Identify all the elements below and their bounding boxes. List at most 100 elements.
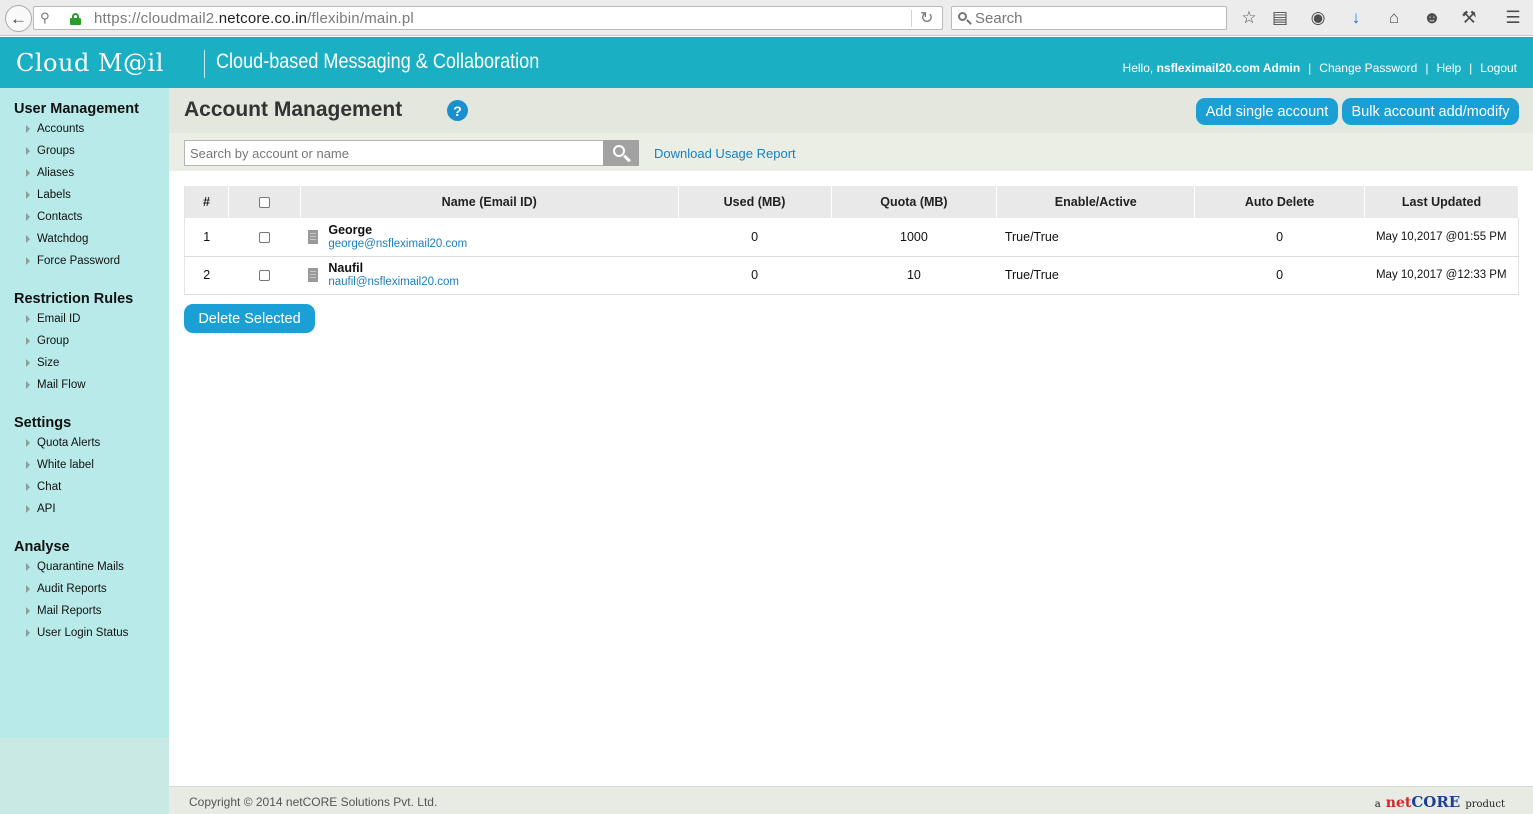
column-header-auto-delete[interactable]: Auto Delete (1194, 186, 1366, 218)
download-usage-report-link[interactable]: Download Usage Report (654, 146, 796, 161)
header-divider (204, 50, 205, 78)
chat-icon[interactable]: ☻ (1420, 6, 1444, 30)
key-icon: ⚲ (40, 10, 50, 25)
sidebar-item-aliases[interactable]: Aliases (26, 167, 74, 179)
column-header-used[interactable]: Used (MB) (678, 186, 832, 218)
sidebar-item-email-id[interactable]: Email ID (26, 313, 80, 325)
sidebar-item-user-login-status[interactable]: User Login Status (26, 627, 128, 639)
used-mb: 0 (678, 256, 831, 295)
sidebar-item-size[interactable]: Size (26, 357, 59, 369)
column-header-select (228, 186, 301, 218)
sidebar-item-accounts[interactable]: Accounts (26, 123, 84, 135)
caret-right-icon (26, 629, 30, 637)
account-name[interactable]: Naufil (328, 261, 459, 275)
sidebar-item-watchdog[interactable]: Watchdog (26, 233, 88, 245)
pocket-icon[interactable]: ◉ (1306, 6, 1330, 30)
add-single-account-button[interactable]: Add single account (1196, 98, 1338, 125)
reload-icon[interactable]: ↻ (920, 8, 933, 28)
sidebar-item-chat[interactable]: Chat (26, 481, 61, 493)
quota-mb: 10 (831, 256, 997, 295)
menu-icon[interactable]: ☰ (1501, 6, 1525, 30)
auto-delete: 0 (1194, 218, 1365, 257)
help-icon[interactable]: ? (447, 100, 468, 121)
caret-right-icon (26, 337, 30, 345)
caret-right-icon (26, 359, 30, 367)
column-header-quota[interactable]: Quota (MB) (831, 186, 998, 218)
browser-toolbar: ← ⚲ https://cloudmail2.netcore.co.in/fle… (0, 0, 1533, 36)
delete-selected-button[interactable]: Delete Selected (184, 304, 315, 333)
caret-right-icon (26, 169, 30, 177)
page-title: Account Management (184, 98, 403, 121)
sidebar-item-quarantine-mails[interactable]: Quarantine Mails (26, 561, 124, 573)
user-links: Hello, nsfleximail20.com Admin | Change … (1122, 61, 1517, 75)
caret-right-icon (26, 585, 30, 593)
caret-right-icon (26, 125, 30, 133)
column-header-name[interactable]: Name (Email ID) (300, 186, 679, 218)
sidebar-heading-user-management: User Management (14, 101, 139, 117)
enable-active: True/True (996, 218, 1195, 257)
caret-right-icon (26, 607, 30, 615)
sidebar-item-white-label[interactable]: White label (26, 459, 94, 471)
sidebar-item-contacts[interactable]: Contacts (26, 211, 82, 223)
url-bar[interactable]: ⚲ https://cloudmail2.netcore.co.in/flexi… (33, 6, 943, 30)
sidebar-item-api[interactable]: API (26, 503, 56, 515)
home-icon[interactable]: ⌂ (1382, 6, 1406, 30)
change-password-link[interactable]: Change Password (1319, 61, 1417, 75)
sidebar-item-audit-reports[interactable]: Audit Reports (26, 583, 107, 595)
select-all-checkbox[interactable] (258, 197, 270, 209)
last-updated: May 10,2017 @01:55 PM (1364, 218, 1519, 257)
url-text[interactable]: https://cloudmail2.netcore.co.in/flexibi… (94, 10, 414, 27)
caret-right-icon (26, 315, 30, 323)
browser-search-input[interactable]: Search (951, 6, 1227, 30)
sidebar-item-mail-flow[interactable]: Mail Flow (26, 379, 86, 391)
header-tagline: Cloud-based Messaging & Collaboration (216, 50, 540, 73)
cloudmail-logo[interactable]: Cloud M@il (16, 49, 164, 77)
sidebar-heading-settings: Settings (14, 415, 72, 431)
sidebar-item-groups[interactable]: Groups (26, 145, 75, 157)
search-button[interactable] (603, 140, 639, 166)
sidebar (0, 88, 169, 738)
account-icon (308, 229, 319, 244)
account-name[interactable]: George (328, 223, 467, 237)
last-updated: May 10,2017 @12:33 PM (1364, 256, 1519, 295)
user-name: nsfleximail20.com Admin (1156, 61, 1301, 75)
footer: Copyright © 2014 netCORE Solutions Pvt. … (169, 786, 1533, 814)
url-divider (911, 10, 912, 27)
account-email-link[interactable]: naufil@nsfleximail20.com (328, 275, 459, 289)
table-row: 2 Naufil naufil@nsfleximail20.com 0 10 T… (184, 256, 1519, 295)
account-email-link[interactable]: george@nsfleximail20.com (328, 237, 467, 251)
greeting: Hello, (1122, 61, 1154, 75)
caret-right-icon (26, 191, 30, 199)
star-icon[interactable]: ☆ (1237, 6, 1261, 30)
sidebar-item-mail-reports[interactable]: Mail Reports (26, 605, 102, 617)
account-search-input[interactable]: Search by account or name (184, 140, 604, 166)
sidebar-item-quota-alerts[interactable]: Quota Alerts (26, 437, 100, 449)
back-icon[interactable]: ← (5, 5, 32, 32)
caret-right-icon (26, 505, 30, 513)
sidebar-heading-analyse: Analyse (14, 539, 70, 555)
bulk-account-button[interactable]: Bulk account add/modify (1342, 98, 1519, 125)
used-mb: 0 (678, 218, 831, 257)
caret-right-icon (26, 235, 30, 243)
extension-icon[interactable]: ⚒ (1457, 6, 1481, 30)
sidebar-item-force-password[interactable]: Force Password (26, 255, 120, 267)
table-row: 1 George george@nsfleximail20.com 0 1000… (184, 218, 1519, 257)
download-icon[interactable]: ↓ (1344, 6, 1368, 30)
sidebar-item-group[interactable]: Group (26, 335, 69, 347)
reading-list-icon[interactable]: ▤ (1268, 6, 1292, 30)
account-icon (308, 268, 319, 282)
column-header-last-updated[interactable]: Last Updated (1364, 186, 1519, 218)
search-icon (958, 12, 972, 25)
caret-right-icon (26, 257, 30, 265)
row-checkbox[interactable] (258, 231, 270, 243)
row-checkbox[interactable] (258, 270, 270, 282)
column-header-enable[interactable]: Enable/Active (996, 186, 1196, 218)
caret-right-icon (26, 563, 30, 571)
row-number: 1 (184, 218, 229, 257)
sidebar-heading-restriction-rules: Restriction Rules (14, 291, 134, 307)
sidebar-item-labels[interactable]: Labels (26, 189, 71, 201)
logout-link[interactable]: Logout (1480, 61, 1517, 75)
help-link[interactable]: Help (1436, 61, 1461, 75)
column-header-number: # (184, 186, 229, 218)
auto-delete: 0 (1194, 256, 1365, 295)
